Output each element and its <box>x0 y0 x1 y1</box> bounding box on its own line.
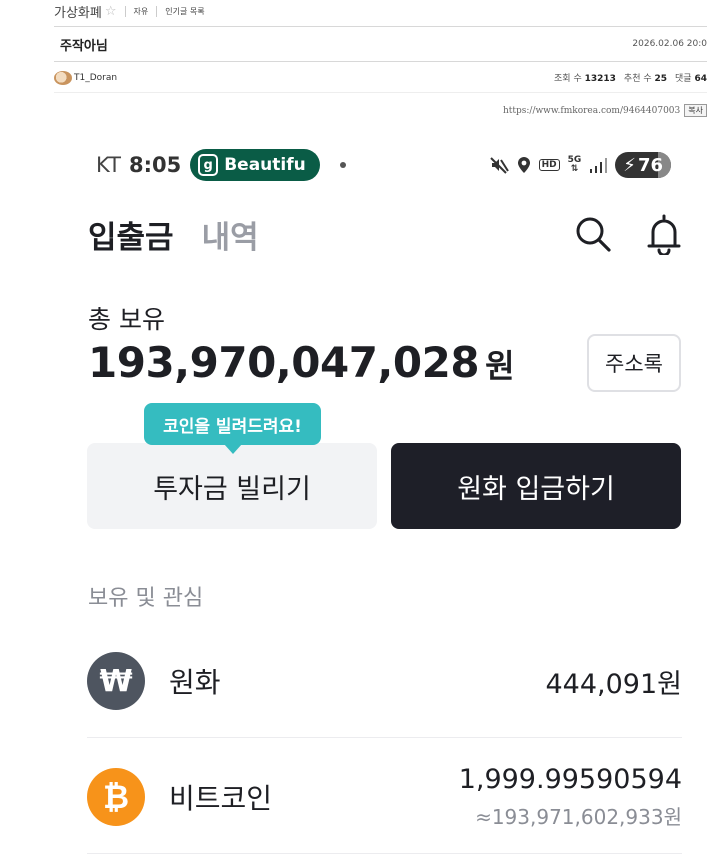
asset-name: 원화 <box>169 666 221 699</box>
divider <box>124 5 126 17</box>
borrow-tooltip: 코인을 빌려드려요! <box>144 403 321 454</box>
mute-icon <box>489 157 509 174</box>
post-stats: 조회 수 13213 추천 수 25 댓글 64 <box>554 71 707 84</box>
header-actions <box>574 213 682 255</box>
total-holdings-label: 총 보유 <box>88 305 165 334</box>
link-popular-list[interactable]: 인기글 목록 <box>165 6 204 17</box>
signal-icon <box>590 158 608 173</box>
asset-row-bitcoin[interactable]: ₿ 비트코인 1,999.99590594 ≈193,971,602,933원 <box>87 762 682 832</box>
post-title: 주작아님 <box>60 38 108 54</box>
post-meta-row: T1_Doran 조회 수 13213 추천 수 25 댓글 64 <box>54 63 707 93</box>
krw-icon: ₩ <box>87 652 145 710</box>
notification-dot-icon <box>339 162 346 168</box>
post-url[interactable]: https://www.fmkorea.com/9464407003 <box>503 106 680 116</box>
tab-deposit-withdraw[interactable]: 입출금 <box>88 212 174 257</box>
asset-values: 1,999.99590594 ≈193,971,602,933원 <box>459 764 682 830</box>
charging-icon: ⚡ <box>623 154 636 176</box>
app-pill-label: Beautifu <box>224 155 306 175</box>
bitcoin-icon: ₿ <box>87 768 145 826</box>
author-avatar-icon <box>54 70 72 85</box>
carrier: KT <box>96 153 121 177</box>
asset-values: 444,091원 <box>546 662 683 701</box>
views-stat: 조회 수 13213 <box>554 74 616 84</box>
bell-icon[interactable] <box>646 213 682 255</box>
holdings-section-label: 보유 및 관심 <box>88 586 204 611</box>
hd-voice-icon: HD <box>538 159 560 171</box>
address-book-button[interactable]: 주소록 <box>587 334 681 392</box>
forum-top-bar: 가상화폐 ☆ 자유 인기글 목록 <box>0 0 707 22</box>
krw-deposit-button[interactable]: 원화 입금하기 <box>391 443 681 529</box>
comments-stat: 댓글 64 <box>675 74 707 84</box>
status-icons: HD 5G ⇅ ⚡ 76 <box>489 152 671 178</box>
search-icon[interactable] <box>574 215 612 253</box>
app-notification-pill: g Beautifu <box>190 149 320 181</box>
copy-url-button[interactable]: 복사 <box>684 104 707 117</box>
app-header: 입출금 내역 <box>88 212 682 256</box>
phone-status-bar: KT 8:05 g Beautifu HD 5G ⇅ ⚡ 76 <box>96 148 671 182</box>
total-amount-value: 193,970,047,028 <box>88 338 480 387</box>
list-divider <box>87 853 682 854</box>
board-name[interactable]: 가상화폐 <box>54 2 102 21</box>
app-g-icon: g <box>198 154 219 176</box>
total-amount-unit: 원 <box>485 347 515 385</box>
divider <box>156 5 158 17</box>
asset-name: 비트코인 <box>169 782 273 815</box>
asset-amount: 1,999.99590594 <box>458 764 682 795</box>
total-holdings-amount: 193,970,047,028 원 <box>88 338 515 387</box>
link-free-board[interactable]: 자유 <box>134 6 149 17</box>
post-title-row: 주작아님 2026.02.06 20:0 <box>54 26 707 62</box>
list-divider <box>87 737 682 738</box>
asset-amount: 444,091원 <box>545 668 683 700</box>
tab-history[interactable]: 내역 <box>202 212 259 257</box>
location-icon <box>517 157 530 173</box>
author[interactable]: T1_Doran <box>54 70 117 85</box>
battery-level: 76 <box>637 154 663 176</box>
battery-indicator: ⚡ 76 <box>615 152 671 178</box>
asset-krw-equivalent: ≈193,971,602,933원 <box>475 805 682 829</box>
clock: 8:05 <box>128 153 182 177</box>
asset-row-krw[interactable]: ₩ 원화 444,091원 <box>87 650 682 712</box>
author-name[interactable]: T1_Doran <box>74 73 117 83</box>
borrow-funds-button[interactable]: 투자금 빌리기 <box>87 443 377 529</box>
likes-stat: 추천 수 25 <box>623 74 668 84</box>
star-icon[interactable]: ☆ <box>105 4 117 19</box>
post-date: 2026.02.06 20:0 <box>632 39 707 49</box>
post-url-row: https://www.fmkorea.com/9464407003 복사 <box>503 104 707 117</box>
5g-icon: 5G ⇅ <box>567 155 582 174</box>
